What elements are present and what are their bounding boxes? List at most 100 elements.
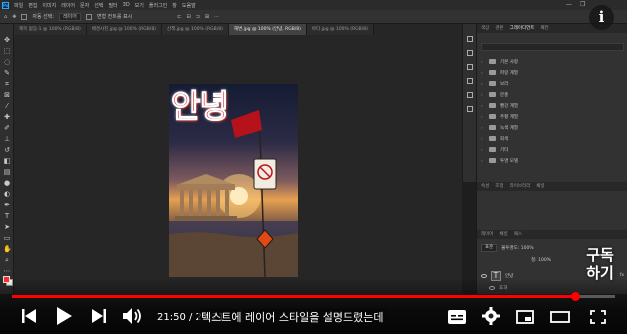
move-tool-icon[interactable]: ✥ xyxy=(12,14,16,20)
list-item[interactable]: › 회색 xyxy=(481,133,624,144)
tab-layers[interactable]: 레이어 xyxy=(481,230,493,239)
menu-help[interactable]: 도움말 xyxy=(182,2,196,9)
path-select-icon[interactable]: ➤ xyxy=(3,223,11,231)
fullscreen-icon[interactable] xyxy=(590,309,606,328)
chevron-right-icon: › xyxy=(481,59,483,64)
pen-tool-icon[interactable]: ✒ xyxy=(3,201,11,209)
lasso-tool-icon[interactable]: ◌ xyxy=(3,58,11,66)
list-item[interactable]: › 기본 사항 xyxy=(481,56,624,67)
move-tool-icon[interactable]: ✥ xyxy=(3,36,11,44)
menu-window[interactable]: 창 xyxy=(172,2,177,9)
volume-icon[interactable] xyxy=(123,308,143,328)
tab-swatches[interactable]: 견본 xyxy=(495,24,503,33)
type-tool-icon[interactable]: T xyxy=(3,212,11,220)
distribute-icon[interactable]: ⊞ xyxy=(205,14,209,20)
hand-tool-icon[interactable]: ✋ xyxy=(3,245,12,253)
dodge-tool-icon[interactable]: ◐ xyxy=(3,190,11,198)
brush-panel-icon[interactable] xyxy=(467,92,473,98)
frame-tool-icon[interactable]: ⊠ xyxy=(3,91,11,99)
doc-tab[interactable]: 배경사진.jpg @ 100% (RGB/8) xyxy=(86,24,162,35)
gradient-tool-icon[interactable]: ▤ xyxy=(3,168,11,176)
crop-tool-icon[interactable]: ⌗ xyxy=(3,80,11,88)
blend-mode-dropdown[interactable]: 표준 xyxy=(481,243,498,252)
eyedropper-icon[interactable]: ⁄ xyxy=(3,102,11,110)
tools-panel: ✥ ⬚ ◌ ✎ ⌗ ⊠ ⁄ ✚ ✐ ⊥ ↺ ◧ ▤ ● ◐ ✒ T ➤ ▭ ✋ … xyxy=(0,24,14,294)
clone-stamp-icon[interactable]: ⊥ xyxy=(3,135,11,143)
align-center-icon[interactable]: ⊟ xyxy=(186,14,190,20)
zoom-tool-icon[interactable]: ⌕ xyxy=(3,256,11,264)
history-panel-icon[interactable] xyxy=(467,36,473,42)
doc-tab[interactable]: 제목 없음-1 @ 100% (RGB/8) xyxy=(14,24,87,35)
auto-select-dropdown[interactable]: 레이어 xyxy=(59,12,81,21)
more-options-icon[interactable]: ⋯ xyxy=(214,14,219,20)
info-icon[interactable]: i xyxy=(589,5,614,30)
menu-image[interactable]: 이미지 xyxy=(42,2,56,9)
menu-type[interactable]: 문자 xyxy=(80,2,89,9)
character-panel-icon[interactable] xyxy=(467,64,473,70)
shape-tool-icon[interactable]: ▭ xyxy=(3,234,11,242)
list-item[interactable]: › 빨강 계열 xyxy=(481,100,624,111)
doc-tab-active[interactable]: 해변.jpg @ 100% (안녕, RGB/8) xyxy=(228,24,307,35)
tab-adjustments[interactable]: 조정 xyxy=(495,182,503,191)
miniplayer-icon[interactable] xyxy=(516,309,534,328)
list-item[interactable]: › 파랑 계열 xyxy=(481,67,624,78)
tab-gradients[interactable]: 그레이디언트 xyxy=(510,24,535,33)
menu-layer[interactable]: 레이어 xyxy=(61,2,75,9)
restore-icon[interactable]: ❐ xyxy=(580,1,585,8)
healing-brush-icon[interactable]: ✚ xyxy=(3,113,11,121)
next-icon[interactable] xyxy=(92,308,106,328)
play-button[interactable] xyxy=(57,307,72,329)
menu-edit[interactable]: 편집 xyxy=(28,2,37,9)
list-item[interactable]: › 녹색 계열 xyxy=(481,122,624,133)
opacity-field[interactable]: 불투명도: 100% xyxy=(501,245,533,251)
fill-field[interactable]: 칠: 100% xyxy=(531,257,551,263)
menu-file[interactable]: 파일 xyxy=(14,2,23,9)
previous-icon[interactable] xyxy=(22,308,36,328)
tab-properties[interactable]: 속성 xyxy=(481,182,489,191)
tab-channels[interactable]: 채널 xyxy=(499,230,507,239)
history-brush-icon[interactable]: ↺ xyxy=(3,146,11,154)
list-item[interactable]: › 투명 모델 xyxy=(481,155,624,166)
blur-tool-icon[interactable]: ● xyxy=(3,179,11,187)
menu-select[interactable]: 선택 xyxy=(94,2,103,9)
more-tools-icon[interactable]: ⋯ xyxy=(3,267,11,275)
list-item[interactable]: › 보라 xyxy=(481,78,624,89)
home-icon[interactable]: ⌂ xyxy=(4,14,7,20)
show-transform-checkbox[interactable] xyxy=(85,13,92,20)
tab-channels-mid[interactable]: 채널 xyxy=(536,182,544,191)
gradient-search-input[interactable] xyxy=(481,43,624,51)
minimize-icon[interactable]: — xyxy=(566,1,572,8)
glyphs-panel-icon[interactable] xyxy=(467,106,473,112)
chevron-right-icon: › xyxy=(481,103,483,108)
subtitles-icon[interactable] xyxy=(448,309,466,328)
subscribe-watermark[interactable]: 구독 하기 xyxy=(579,246,621,282)
tab-libraries[interactable]: 라이브러리 xyxy=(510,182,531,191)
brush-tool-icon[interactable]: ✐ xyxy=(3,124,11,132)
doc-tab[interactable]: 산책.jpg @ 100% (RGB/8) xyxy=(161,24,229,35)
list-item[interactable]: › 분홍 xyxy=(481,89,624,100)
marquee-tool-icon[interactable]: ⬚ xyxy=(3,47,11,55)
paragraph-panel-icon[interactable] xyxy=(467,78,473,84)
properties-panel-icon[interactable] xyxy=(467,50,473,56)
auto-select-checkbox[interactable] xyxy=(21,13,28,20)
foreground-color-swatch[interactable] xyxy=(3,276,10,283)
eraser-icon[interactable]: ◧ xyxy=(3,157,11,165)
canvas-text-layer[interactable]: 안녕 xyxy=(171,81,230,127)
theater-mode-icon[interactable] xyxy=(550,309,570,328)
quick-select-icon[interactable]: ✎ xyxy=(3,69,11,77)
doc-tab[interactable]: 바다.jpg @ 100% (RGB/8) xyxy=(306,24,374,35)
tab-color[interactable]: 색상 xyxy=(481,24,489,33)
tab-paths[interactable]: 패스 xyxy=(514,230,522,239)
progress-bar[interactable] xyxy=(12,292,615,301)
tab-patterns[interactable]: 패턴 xyxy=(540,24,548,33)
align-left-icon[interactable]: ⊏ xyxy=(177,14,181,20)
menu-plugins[interactable]: 플러그인 xyxy=(149,2,167,9)
list-item[interactable]: › 기타 xyxy=(481,144,624,155)
align-right-icon[interactable]: ⊐ xyxy=(196,14,200,20)
menu-3d[interactable]: 3D xyxy=(123,2,130,8)
list-item[interactable]: › 주황 계열 xyxy=(481,111,624,122)
menu-filter[interactable]: 필터 xyxy=(108,2,117,9)
menu-view[interactable]: 보기 xyxy=(135,2,144,9)
visibility-eye-icon[interactable] xyxy=(481,273,487,278)
settings-gear-icon[interactable] xyxy=(482,307,500,329)
